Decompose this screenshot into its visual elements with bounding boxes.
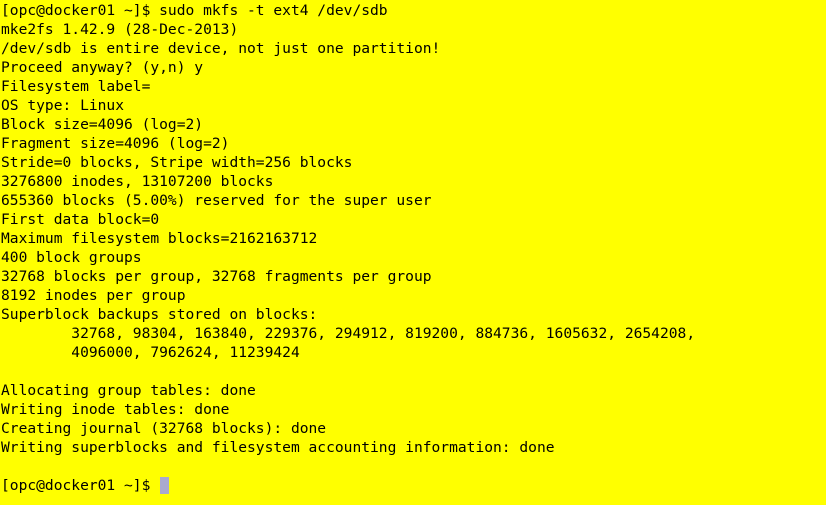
terminal-line: /dev/sdb is entire device, not just one …	[1, 40, 441, 57]
terminal-line: [opc@docker01 ~]$ sudo mkfs -t ext4 /dev…	[1, 2, 388, 19]
terminal-line: 32768 blocks per group, 32768 fragments …	[1, 268, 432, 285]
terminal-line: 4096000, 7962624, 11239424	[1, 344, 300, 361]
terminal-line: Proceed anyway? (y,n) y	[1, 59, 204, 76]
terminal-line: 400 block groups	[1, 249, 142, 266]
terminal-line: Writing superblocks and filesystem accou…	[1, 439, 555, 456]
terminal-prompt-line[interactable]: [opc@docker01 ~]$	[1, 476, 826, 495]
terminal-line: 32768, 98304, 163840, 229376, 294912, 81…	[1, 325, 696, 342]
terminal-line: Writing inode tables: done	[1, 401, 230, 418]
terminal-line: Fragment size=4096 (log=2)	[1, 135, 230, 152]
terminal-window[interactable]: [opc@docker01 ~]$ sudo mkfs -t ext4 /dev…	[0, 0, 826, 505]
terminal-line: 3276800 inodes, 13107200 blocks	[1, 173, 274, 190]
terminal-line: Allocating group tables: done	[1, 382, 256, 399]
terminal-line: 8192 inodes per group	[1, 287, 186, 304]
text-cursor	[160, 477, 170, 494]
terminal-line: mke2fs 1.42.9 (28-Dec-2013)	[1, 21, 239, 38]
shell-prompt: [opc@docker01 ~]$	[1, 477, 160, 494]
terminal-line: OS type: Linux	[1, 97, 125, 114]
terminal-line: Maximum filesystem blocks=2162163712	[1, 230, 318, 247]
terminal-line: Block size=4096 (log=2)	[1, 116, 204, 133]
terminal-line: Creating journal (32768 blocks): done	[1, 420, 327, 437]
terminal-line: Stride=0 blocks, Stripe width=256 blocks	[1, 154, 353, 171]
terminal-line: Superblock backups stored on blocks:	[1, 306, 318, 323]
terminal-line: First data block=0	[1, 211, 160, 228]
terminal-line: 655360 blocks (5.00%) reserved for the s…	[1, 192, 432, 209]
terminal-line: Filesystem label=	[1, 78, 151, 95]
